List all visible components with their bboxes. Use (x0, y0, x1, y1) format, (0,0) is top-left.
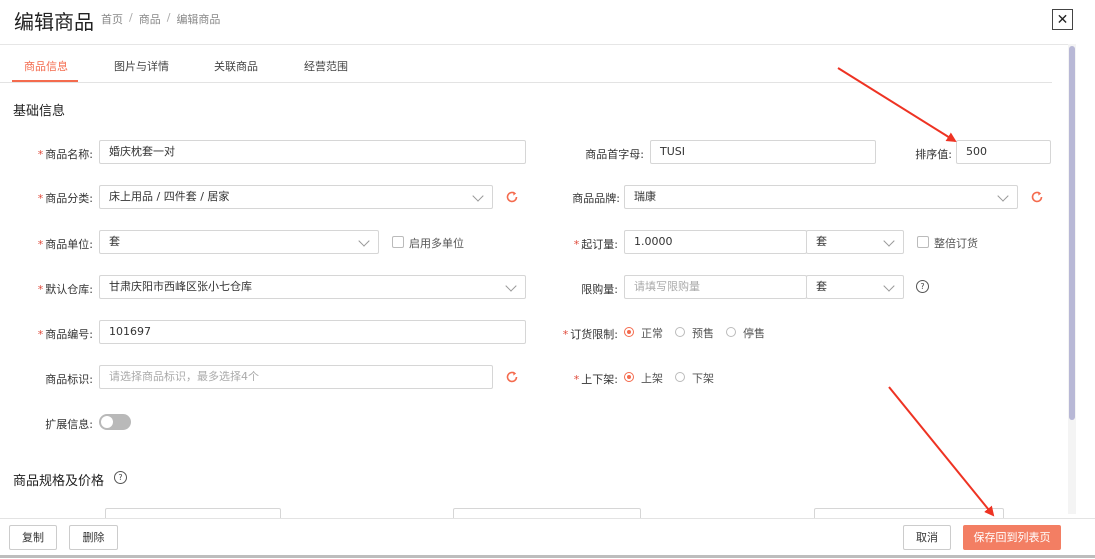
delete-button[interactable]: 删除 (69, 525, 118, 550)
save-return-button[interactable]: 保存回到列表页 (963, 525, 1061, 550)
annotation-arrow-save (888, 386, 995, 517)
annotation-arrow-sort (837, 67, 957, 143)
cancel-button[interactable]: 取消 (903, 525, 951, 550)
annotation-arrows (837, 67, 995, 517)
copy-button[interactable]: 复制 (9, 525, 57, 550)
